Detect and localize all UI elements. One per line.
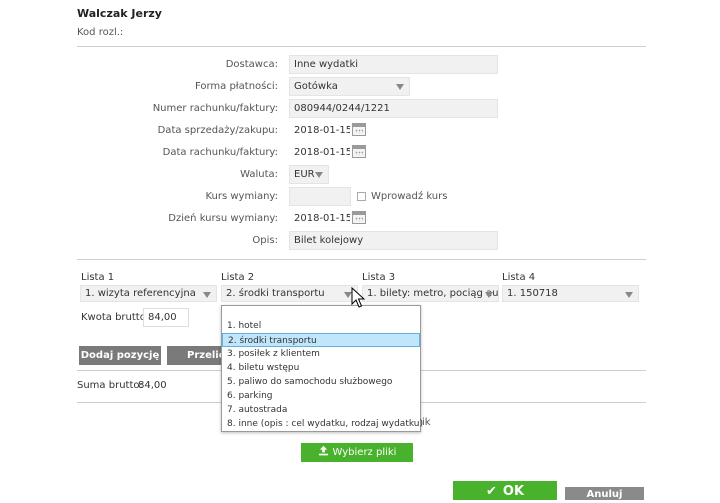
exchange-rate-label: Kurs wymiany: bbox=[205, 191, 278, 202]
cancel-button[interactable]: Anuluj bbox=[565, 487, 644, 500]
description-label: Opis: bbox=[252, 235, 278, 246]
list-2-select[interactable]: 2. środki transportu bbox=[221, 285, 358, 302]
choose-files-label: Wybierz pliki bbox=[332, 447, 397, 458]
dropdown-option[interactable]: 4. biletu wstępu bbox=[222, 361, 420, 375]
calendar-icon[interactable] bbox=[352, 145, 366, 158]
add-item-button[interactable]: Dodaj pozycję bbox=[79, 346, 161, 365]
enter-rate-label: Wprowadź kurs bbox=[371, 191, 448, 202]
list-2-dropdown: 1. hotel 2. środki transportu 3. posiłek… bbox=[221, 305, 423, 432]
gross-amount-label: Kwota brutto: bbox=[81, 312, 150, 323]
payment-form-select[interactable]: Gotówka bbox=[289, 77, 410, 96]
invoice-number-label: Numer rachunku/faktury: bbox=[152, 103, 278, 114]
recalculate-button[interactable]: Przelicz bbox=[167, 346, 223, 365]
divider bbox=[77, 259, 646, 260]
supplier-label: Dostawca: bbox=[225, 59, 278, 70]
calendar-icon[interactable] bbox=[352, 123, 366, 136]
chevron-down-icon bbox=[315, 172, 323, 178]
chevron-down-icon bbox=[396, 84, 404, 90]
rate-day-label: Dzień kursu wymiany: bbox=[168, 213, 278, 224]
chevron-down-icon bbox=[625, 292, 633, 298]
sale-date-label: Data sprzedaży/zakupu: bbox=[157, 125, 278, 136]
dropdown-option[interactable]: 5. paliwo do samochodu służbowego bbox=[222, 375, 420, 389]
employee-name: Walczak Jerzy bbox=[77, 7, 162, 20]
supplier-input[interactable]: Inne wydatki bbox=[289, 55, 498, 74]
dropdown-option[interactable]: 7. autostrada bbox=[222, 403, 420, 417]
currency-select[interactable]: EUR bbox=[289, 165, 329, 184]
exchange-rate-input[interactable] bbox=[289, 187, 351, 206]
currency-label: Waluta: bbox=[240, 169, 278, 180]
total-gross-value: 84,00 bbox=[138, 380, 167, 391]
dropdown-option[interactable]: 6. parking bbox=[222, 389, 420, 403]
payment-form-value: Gotówka bbox=[294, 81, 338, 92]
currency-value: EUR bbox=[294, 169, 315, 180]
payment-form-label: Forma płatności: bbox=[194, 81, 278, 92]
choose-files-button[interactable]: Wybierz pliki bbox=[301, 443, 413, 462]
invoice-date-label: Data rachunku/faktury: bbox=[162, 147, 278, 158]
list-4-select[interactable]: 1. 150718 bbox=[502, 285, 639, 302]
upload-icon bbox=[318, 445, 328, 456]
list-1-value: 1. wizyta referencyjna bbox=[85, 288, 196, 299]
check-icon: ✔ bbox=[485, 484, 497, 499]
list-2-title: Lista 2 bbox=[221, 272, 255, 283]
total-gross-label: Suma brutto: bbox=[77, 380, 143, 391]
list-3-value: 1. bilety: metro, pociąg autobus bbox=[367, 288, 499, 299]
enter-rate-checkbox[interactable] bbox=[357, 192, 366, 201]
dropdown-option[interactable]: 8. inne (opis : cel wydatku, rodzaj wyda… bbox=[222, 417, 423, 431]
chevron-down-icon bbox=[203, 292, 211, 298]
attachment-label-fragment: ik bbox=[422, 417, 431, 428]
dropdown-option-selected[interactable]: 2. środki transportu bbox=[222, 333, 420, 347]
list-3-title: Lista 3 bbox=[362, 272, 396, 283]
ok-label: OK bbox=[502, 484, 525, 499]
description-input[interactable]: Bilet kolejowy bbox=[289, 231, 498, 250]
ok-button[interactable]: ✔ OK bbox=[453, 481, 557, 500]
list-4-value: 1. 150718 bbox=[507, 288, 558, 299]
list-4-title: Lista 4 bbox=[502, 272, 536, 283]
cost-code-label: Kod rozl.: bbox=[77, 27, 124, 38]
chevron-down-icon bbox=[485, 292, 493, 298]
dropdown-option[interactable]: 3. posiłek z klientem bbox=[222, 347, 420, 361]
sale-date-input[interactable]: 2018-01-15 bbox=[289, 121, 351, 140]
list-1-title: Lista 1 bbox=[81, 272, 115, 283]
list-1-select[interactable]: 1. wizyta referencyjna bbox=[80, 285, 217, 302]
mouse-cursor-icon bbox=[351, 287, 365, 308]
list-2-value: 2. środki transportu bbox=[226, 288, 325, 299]
list-3-select[interactable]: 1. bilety: metro, pociąg autobus bbox=[362, 285, 499, 302]
dropdown-option[interactable]: 1. hotel bbox=[222, 319, 420, 333]
invoice-number-input[interactable]: 080944/0244/1221 bbox=[289, 99, 498, 118]
rate-day-input[interactable]: 2018-01-15 bbox=[289, 209, 351, 228]
invoice-date-input[interactable]: 2018-01-15 bbox=[289, 143, 351, 162]
divider bbox=[77, 46, 646, 47]
gross-amount-input[interactable]: 84,00 bbox=[143, 308, 189, 327]
calendar-icon[interactable] bbox=[352, 211, 366, 224]
